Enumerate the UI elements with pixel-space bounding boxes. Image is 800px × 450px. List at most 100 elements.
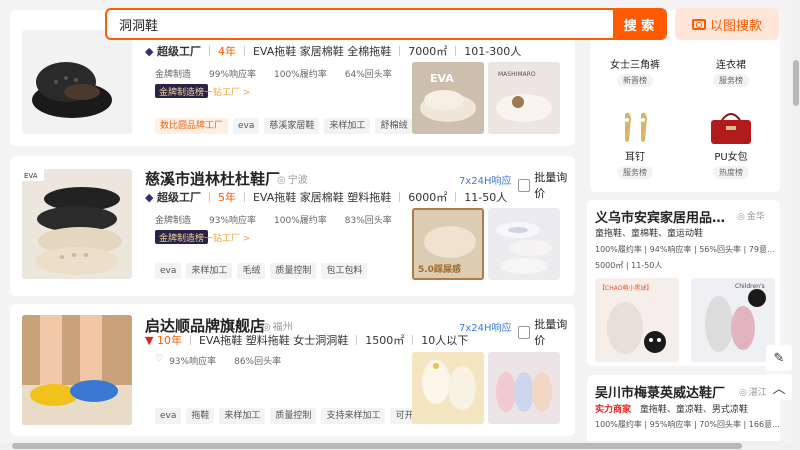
checkbox-icon[interactable]	[518, 178, 531, 192]
svg-text:EVA: EVA	[430, 72, 454, 85]
supplier-card-3[interactable]: 启达顺品牌旗舰店 福州 7x24H响应 批量询价 ▼ 10年 EVA拖鞋 塑料拖…	[10, 304, 575, 436]
tag[interactable]: 来样加工	[324, 118, 371, 134]
tag[interactable]: 支持来样加工	[321, 408, 386, 424]
location-label: 湛江	[739, 385, 767, 398]
main-products: EVA拖鞋 塑料拖鞋 女士洞洞鞋	[198, 334, 349, 347]
recommend-card-2[interactable]: 吴川市梅菉英威达鞋厂 湛江 实力商家 童拖鞋、童凉鞋、男式凉鞋 100%履约率 …	[587, 375, 780, 445]
tag[interactable]: eva	[155, 408, 182, 424]
bulk-inquiry-label: 批量询价	[534, 318, 568, 347]
chevron-up-icon: ︿	[772, 381, 786, 397]
recommend-line: 实力商家 童拖鞋、童凉鞋、男式凉鞋	[595, 402, 748, 415]
tag[interactable]: 质量控制	[270, 263, 317, 279]
tag[interactable]: eva	[155, 263, 182, 279]
product-thumb[interactable]	[412, 352, 484, 424]
tag[interactable]: 质量控制	[270, 408, 317, 424]
supplier-title[interactable]: 慈溪市逍林杜杜鞋厂	[145, 168, 280, 189]
back-to-top-button[interactable]: ︿	[766, 374, 792, 400]
tag-list: 数比圆品牌工厂 eva 慈溪家居鞋 来样加工 舒棉绒	[155, 118, 413, 134]
product-image	[590, 108, 680, 148]
diamond-factory-link[interactable]: 一钻工厂 >	[204, 85, 250, 98]
supplier-stats: 金牌制造 93%响应率 100%履约率 83%回头率	[155, 213, 392, 226]
diamond-factory-link[interactable]: 一钻工厂 >	[204, 231, 250, 244]
rank-item[interactable]: PU女包 热度榜	[686, 108, 776, 192]
product-photo[interactable]	[22, 315, 132, 425]
image-search-label: 以图搜款	[709, 18, 762, 34]
location-label: 宁波	[277, 171, 308, 186]
edit-icon: ✎	[773, 350, 785, 366]
factory-area: 1500㎡	[365, 334, 405, 347]
tag[interactable]: 慈溪家居鞋	[264, 118, 320, 134]
stat-item: 100%履约率	[274, 70, 327, 80]
rank-item-name: 女士三角裤	[610, 60, 660, 71]
supplier-years: 4年	[217, 45, 236, 58]
stat-item: 64%回头率	[344, 70, 392, 80]
rank-item[interactable]: 耳钉 服务榜	[590, 108, 680, 192]
vertical-scroll-thumb[interactable]	[793, 60, 799, 106]
supplier-stats: 金牌制造 99%响应率 100%履约率 64%回头率	[155, 67, 392, 80]
factory-area: 7000㎡	[408, 45, 448, 58]
rank-pill: 热度榜	[713, 166, 749, 179]
supplier-meta: ◆ 超级工厂 4年 EVA拖鞋 家居棉鞋 全棉拖鞋 7000㎡ 101-300人	[145, 43, 521, 59]
brand-shield-icon: ▼	[145, 333, 157, 347]
edit-button[interactable]: ✎	[766, 345, 792, 371]
recommend-products: 童拖鞋、童棉鞋、童运动鞋	[595, 229, 704, 239]
stat-item: 93%响应率	[169, 357, 217, 367]
gold-manufacture-badge[interactable]: 金牌制造榜	[155, 230, 209, 244]
stat-item: 金牌制造	[155, 216, 192, 226]
product-photo[interactable]	[22, 30, 132, 134]
stat-item: 99%响应率	[209, 70, 257, 80]
search-button[interactable]: 搜 索	[613, 10, 665, 38]
recommend-stats: 100%履约率 | 94%响应率 | 56%回头率 | 79意…	[595, 245, 775, 254]
factory-area: 6000㎡	[408, 191, 448, 204]
tag-list: eva 拖鞋 来样加工 质量控制 支持来样加工 可开专票	[155, 408, 437, 424]
product-thumb[interactable]: 【CHAO萌小黑球】	[595, 278, 679, 362]
product-thumb[interactable]	[488, 352, 560, 424]
product-thumb[interactable]	[488, 208, 560, 280]
search-input[interactable]	[107, 10, 613, 38]
recommend-title[interactable]: 吴川市梅菉英威达鞋厂	[595, 382, 725, 401]
rank-item-name: PU女包	[714, 152, 748, 163]
stat-item: 93%响应率	[209, 216, 257, 226]
gold-manufacture-badge[interactable]: 金牌制造榜	[155, 84, 209, 98]
product-thumb[interactable]: 5.0踩屎感	[412, 208, 484, 280]
supplier-card-2[interactable]: EVA 慈溪市逍林杜杜鞋厂 宁波 7x24H响应 批量询价 ◆ 超级工厂 5年 …	[10, 156, 575, 296]
image-search-button[interactable]: 以图搜款	[675, 8, 779, 40]
tag[interactable]: 拖鞋	[186, 408, 215, 424]
search-bar: 搜 索	[105, 8, 667, 40]
stat-item: 86%回头率	[234, 357, 282, 367]
tag[interactable]: eva	[233, 118, 260, 134]
strength-merchant-badge: 实力商家	[595, 405, 632, 415]
supplier-level: 超级工厂	[156, 191, 201, 204]
diamond-icon: ◆	[145, 190, 157, 204]
rank-pill: 服务榜	[713, 74, 749, 87]
location-label: 金华	[737, 209, 765, 222]
tag[interactable]: 来样加工	[219, 408, 266, 424]
bulk-inquiry[interactable]: 批量询价	[518, 169, 575, 201]
tag[interactable]: 毛绒	[237, 263, 266, 279]
product-photo[interactable]: EVA	[22, 169, 132, 279]
product-thumb[interactable]: MASHIMARO	[488, 62, 560, 134]
svg-text:MASHIMARO: MASHIMARO	[498, 71, 536, 78]
rank-pill: 新晋榜	[617, 74, 653, 87]
tag-list: eva 来样加工 毛绒 质量控制 包工包料	[155, 263, 368, 279]
rank-item-name: 连衣裙	[716, 60, 746, 71]
horizontal-scroll-thumb[interactable]	[12, 443, 742, 449]
bulk-inquiry-label: 批量询价	[534, 171, 568, 200]
stat-item: 100%履约率	[274, 216, 327, 226]
recommend-card-1[interactable]: 义乌市安宾家居用品… 金华 童拖鞋、童棉鞋、童运动鞋 100%履约率 | 94%…	[587, 200, 780, 366]
bulk-inquiry[interactable]: 批量询价	[518, 316, 575, 348]
recommend-title[interactable]: 义乌市安宾家居用品…	[595, 207, 725, 226]
tag[interactable]: 舒棉绒	[375, 118, 413, 134]
staff-size: 11-50人	[464, 191, 508, 204]
product-thumb[interactable]: Children's	[691, 278, 775, 362]
main-products: EVA拖鞋 家居棉鞋 塑料拖鞋	[252, 191, 392, 204]
product-thumb[interactable]: EVA	[412, 62, 484, 134]
tag[interactable]: 数比圆品牌工厂	[155, 118, 229, 134]
product-image	[686, 108, 776, 148]
stat-item: 83%回头率	[344, 216, 392, 226]
location-label: 福州	[262, 318, 293, 333]
checkbox-icon[interactable]	[518, 325, 531, 339]
tag[interactable]: 来样加工	[186, 263, 233, 279]
svg-text:EVA: EVA	[24, 172, 38, 180]
tag[interactable]: 包工包料	[321, 263, 368, 279]
